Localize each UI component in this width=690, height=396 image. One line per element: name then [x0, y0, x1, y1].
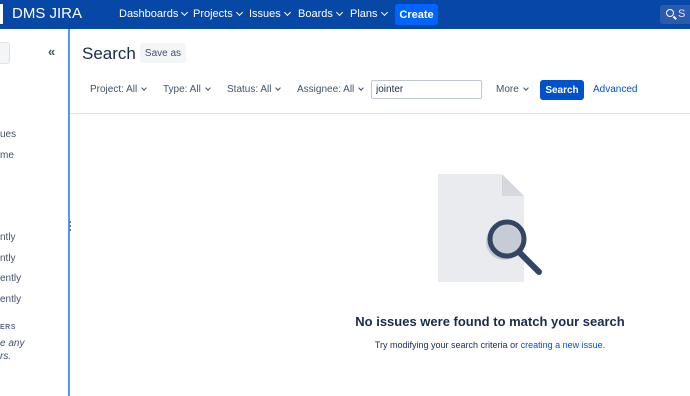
chevron-down-icon	[235, 8, 243, 17]
filter-status-label: Status: All	[227, 84, 272, 95]
nav-dashboards-label: Dashboards	[119, 8, 179, 20]
resize-handle-icon[interactable]	[69, 221, 72, 233]
more-filters-label: More	[496, 84, 519, 95]
chevron-down-icon	[275, 85, 282, 91]
nav-projects-label: Projects	[193, 8, 233, 20]
filter-type[interactable]: Type: All	[163, 84, 211, 95]
filter-assignee-label: Assignee: All	[297, 84, 355, 95]
divider	[70, 113, 690, 114]
nav-boards[interactable]: Boards	[298, 8, 343, 20]
chevron-down-icon	[358, 85, 365, 91]
create-issue-link[interactable]: creating a new issue	[521, 340, 603, 350]
nav-issues-label: Issues	[249, 8, 281, 20]
chevron-down-icon	[181, 8, 189, 17]
nav-dashboards[interactable]: Dashboards	[119, 8, 189, 20]
app-brand[interactable]: DMS JIRA	[12, 5, 82, 22]
sidebar-item[interactable]: ently	[0, 294, 21, 305]
empty-state-text: Try modifying your search criteria or	[374, 340, 521, 350]
sidebar-item[interactable]: me	[0, 150, 14, 161]
sidebar-filter-input[interactable]	[0, 42, 10, 64]
advanced-search-link[interactable]: Advanced	[593, 84, 637, 95]
search-input[interactable]	[371, 80, 482, 99]
collapse-sidebar-icon[interactable]: «	[48, 44, 55, 59]
page-title: Search	[82, 44, 136, 63]
save-as-button[interactable]: Save as	[140, 43, 186, 63]
top-search-placeholder: S	[678, 8, 686, 20]
empty-search-illustration	[438, 174, 542, 282]
logo-icon	[0, 4, 3, 24]
sidebar-item[interactable]: ntly	[0, 232, 16, 243]
filter-status[interactable]: Status: All	[227, 84, 282, 95]
filter-type-label: Type: All	[163, 84, 201, 95]
filter-project-label: Project: All	[90, 84, 138, 95]
filter-project[interactable]: Project: All	[90, 84, 148, 95]
filter-assignee[interactable]: Assignee: All	[297, 84, 365, 95]
nav-plans[interactable]: Plans	[350, 8, 388, 20]
chevron-down-icon	[283, 8, 291, 17]
chevron-down-icon	[522, 85, 529, 91]
chevron-down-icon	[380, 8, 388, 17]
empty-state-description: Try modifying your search criteria or cr…	[0, 340, 690, 350]
sidebar-item[interactable]: ues	[0, 129, 16, 140]
search-icon	[666, 9, 674, 17]
chevron-down-icon	[335, 8, 343, 17]
chevron-down-icon	[141, 85, 148, 91]
sidebar-note: rs.	[0, 351, 12, 362]
nav-projects[interactable]: Projects	[193, 8, 243, 20]
search-button[interactable]: Search	[540, 80, 584, 100]
more-filters[interactable]: More	[496, 84, 529, 95]
nav-plans-label: Plans	[350, 8, 378, 20]
top-search-input[interactable]: S	[660, 5, 690, 24]
chevron-down-icon	[204, 85, 211, 91]
empty-state-title: No issues were found to match your searc…	[355, 314, 625, 329]
create-button[interactable]: Create	[395, 4, 438, 25]
empty-state-suffix: .	[602, 340, 606, 350]
nav-boards-label: Boards	[298, 8, 333, 20]
nav-issues[interactable]: Issues	[249, 8, 291, 20]
sidebar-item[interactable]: ently	[0, 273, 21, 284]
top-navigation: DMS JIRA Dashboards Projects Issues Boar…	[0, 0, 690, 29]
sidebar-item[interactable]: ntly	[0, 253, 16, 264]
